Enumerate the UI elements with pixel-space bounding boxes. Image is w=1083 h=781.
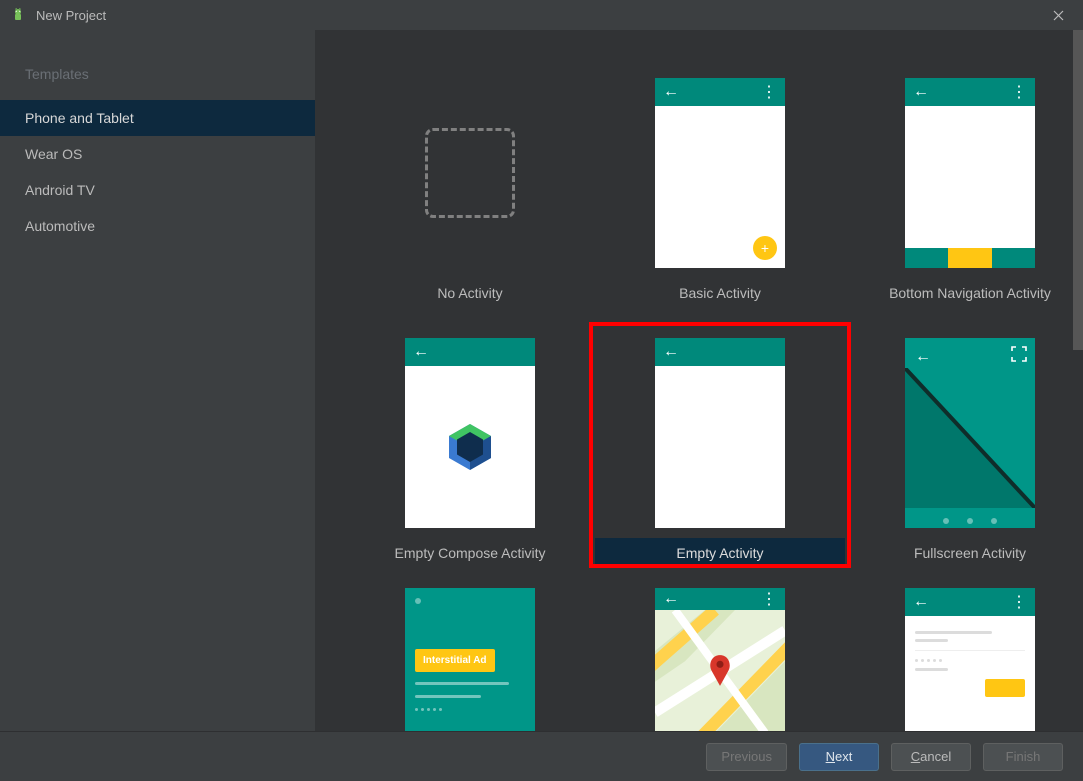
template-scrolling[interactable]: ← ⋮ bbox=[845, 588, 1083, 731]
interstitial-ad-label: Interstitial Ad bbox=[415, 649, 495, 672]
template-thumb bbox=[345, 68, 595, 278]
fab-icon: + bbox=[753, 236, 777, 260]
phone-mockup: ← ⋮ + bbox=[655, 78, 785, 268]
template-thumb: ← ⋮ bbox=[845, 68, 1083, 278]
page-dots-icon bbox=[905, 518, 1035, 524]
template-empty-compose[interactable]: ← Empty Compose Acti bbox=[345, 328, 595, 568]
fullscreen-icon bbox=[1011, 346, 1027, 365]
list-content-icon bbox=[905, 616, 1035, 731]
template-no-activity[interactable]: No Activity bbox=[345, 68, 595, 308]
map-icon bbox=[655, 610, 785, 731]
window-title: New Project bbox=[36, 8, 106, 23]
back-arrow-icon: ← bbox=[915, 348, 931, 366]
main-area: Templates Phone and Tablet Wear OS Andro… bbox=[0, 30, 1083, 731]
template-thumb: ← ⋮ + bbox=[595, 68, 845, 278]
bottom-nav-bar-icon bbox=[905, 248, 1035, 268]
close-button[interactable] bbox=[1043, 0, 1073, 30]
jetpack-compose-icon bbox=[445, 422, 495, 472]
back-arrow-icon: ← bbox=[663, 343, 679, 361]
template-grid-container: No Activity ← ⋮ + Basic Activity bbox=[315, 30, 1083, 731]
template-label: Basic Activity bbox=[595, 278, 845, 308]
phone-mockup: ← bbox=[905, 338, 1035, 528]
sidebar-heading: Templates bbox=[0, 58, 315, 100]
previous-button[interactable]: Previous bbox=[706, 743, 787, 771]
template-thumb: Interstitial Ad bbox=[345, 588, 595, 731]
phone-mockup: ← bbox=[655, 338, 785, 528]
template-label: Empty Activity bbox=[595, 538, 845, 568]
template-thumb: ← bbox=[845, 328, 1083, 538]
template-empty-activity[interactable]: ← Empty Activity bbox=[595, 328, 845, 568]
indicator-dot-icon bbox=[415, 598, 421, 604]
template-label: No Activity bbox=[345, 278, 595, 308]
back-arrow-icon: ← bbox=[663, 83, 679, 101]
footer: Previous Next Cancel Finish bbox=[0, 731, 1083, 781]
cancel-button[interactable]: Cancel bbox=[891, 743, 971, 771]
template-grid: No Activity ← ⋮ + Basic Activity bbox=[345, 68, 1053, 731]
dashed-box-icon bbox=[425, 128, 515, 218]
template-google-maps[interactable]: ← ⋮ bbox=[595, 588, 845, 731]
phone-mockup: Interstitial Ad bbox=[405, 588, 535, 731]
more-vert-icon: ⋮ bbox=[761, 82, 777, 102]
back-arrow-icon: ← bbox=[913, 83, 929, 101]
titlebar: New Project bbox=[0, 0, 1083, 30]
more-vert-icon: ⋮ bbox=[1011, 82, 1027, 102]
template-thumb: ← bbox=[595, 328, 845, 538]
phone-mockup: ← ⋮ bbox=[655, 588, 785, 731]
scrollbar-thumb[interactable] bbox=[1073, 30, 1083, 350]
next-button[interactable]: Next bbox=[799, 743, 879, 771]
diagonal-graphic-icon bbox=[905, 368, 1035, 508]
phone-mockup: ← ⋮ bbox=[905, 78, 1035, 268]
android-studio-icon bbox=[10, 7, 26, 23]
finish-button[interactable]: Finish bbox=[983, 743, 1063, 771]
sidebar-item-wear-os[interactable]: Wear OS bbox=[0, 136, 315, 172]
more-vert-icon: ⋮ bbox=[1011, 592, 1027, 612]
template-label: Empty Compose Activity bbox=[345, 538, 595, 568]
template-bottom-navigation[interactable]: ← ⋮ Bottom Navigation Activity bbox=[845, 68, 1083, 308]
sidebar-item-android-tv[interactable]: Android TV bbox=[0, 172, 315, 208]
template-thumb: ← ⋮ bbox=[845, 588, 1083, 731]
sidebar-item-automotive[interactable]: Automotive bbox=[0, 208, 315, 244]
back-arrow-icon: ← bbox=[663, 590, 679, 608]
sidebar: Templates Phone and Tablet Wear OS Andro… bbox=[0, 30, 315, 731]
template-label: Bottom Navigation Activity bbox=[845, 278, 1083, 308]
action-button-icon bbox=[985, 679, 1025, 697]
template-basic-activity[interactable]: ← ⋮ + Basic Activity bbox=[595, 68, 845, 308]
back-arrow-icon: ← bbox=[413, 343, 429, 361]
back-arrow-icon: ← bbox=[913, 593, 929, 611]
more-vert-icon: ⋮ bbox=[761, 589, 777, 609]
sidebar-item-phone-tablet[interactable]: Phone and Tablet bbox=[0, 100, 315, 136]
scrollbar[interactable] bbox=[1073, 30, 1083, 731]
phone-mockup: ← ⋮ bbox=[905, 588, 1035, 731]
template-fullscreen[interactable]: ← bbox=[845, 328, 1083, 568]
phone-mockup: ← bbox=[405, 338, 535, 528]
template-label: Fullscreen Activity bbox=[845, 538, 1083, 568]
template-interstitial-ad[interactable]: Interstitial Ad bbox=[345, 588, 595, 731]
template-thumb: ← ⋮ bbox=[595, 588, 845, 731]
template-thumb: ← bbox=[345, 328, 595, 538]
